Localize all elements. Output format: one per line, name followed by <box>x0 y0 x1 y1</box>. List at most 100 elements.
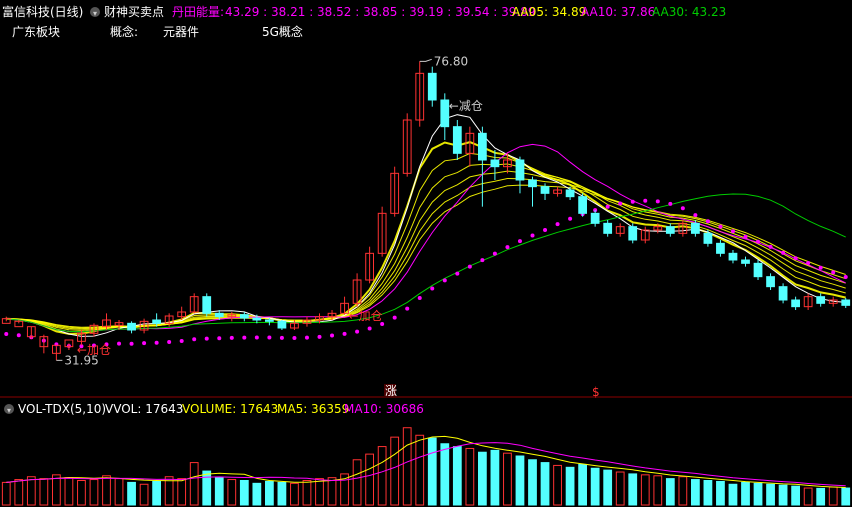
volume-menu-icon[interactable]: ▾ <box>4 404 14 415</box>
stock-title: 富信科技(日线) <box>2 5 84 19</box>
volume-bar <box>791 485 801 506</box>
candle-body <box>152 319 162 324</box>
candle-body <box>540 186 550 194</box>
energy-label: 丹田能量: <box>172 5 225 19</box>
support-dot <box>530 233 535 238</box>
volume-bar <box>440 443 450 506</box>
candle-body <box>440 99 450 128</box>
volume-bar <box>828 486 838 506</box>
support-dot <box>793 256 798 261</box>
support-dot <box>630 199 635 204</box>
candle-body <box>603 222 613 234</box>
support-dot <box>392 315 397 320</box>
volume-bar <box>64 477 74 506</box>
concept-2: 5G概念 <box>262 25 303 39</box>
support-dot <box>730 229 735 234</box>
support-dot <box>442 278 447 283</box>
support-dot <box>492 251 497 256</box>
support-dot <box>718 224 723 229</box>
volume-bar <box>152 480 162 506</box>
support-dot <box>254 335 259 340</box>
support-dot <box>117 341 122 346</box>
vvol-value: VVOL: 17643 <box>105 402 184 416</box>
volume-bar <box>277 481 287 506</box>
volume-bar <box>102 475 111 506</box>
support-dot <box>455 271 460 276</box>
candle-body <box>628 226 638 241</box>
volume-bar <box>490 449 500 506</box>
volume-bar <box>728 483 738 506</box>
volume-bar <box>841 487 851 506</box>
support-dot <box>655 199 660 204</box>
header-bar: ▾ 富信科技(日线) 财神买卖点 丹田能量: 43.29 : 38.21 : 3… <box>0 0 852 22</box>
support-dot <box>768 244 773 249</box>
support-dot <box>693 213 698 218</box>
candle-body <box>728 252 738 261</box>
support-dot <box>618 201 623 206</box>
kline-chart[interactable]: 76.8031.95←减仓←加仓←加仓涨 $ <box>0 0 852 507</box>
support-dot <box>330 333 335 338</box>
support-dot <box>179 339 184 344</box>
support-dot <box>543 228 548 233</box>
candle-body <box>766 276 775 288</box>
add-signal-label-2: ←加仓 <box>349 309 383 323</box>
support-dot <box>756 239 761 244</box>
support-dot <box>743 234 748 239</box>
aa05-value: AA05: 34.89 <box>512 5 587 19</box>
volume-bar <box>703 479 713 506</box>
candle-body <box>778 286 788 301</box>
candle-body <box>490 159 500 168</box>
volume-bar <box>127 481 136 506</box>
volume-bar <box>377 446 387 506</box>
support-dot <box>806 260 811 265</box>
volume-bar <box>365 453 375 506</box>
support-dot <box>204 336 209 341</box>
candle-body <box>703 232 713 244</box>
volume-bar <box>89 479 99 506</box>
volume-bar <box>640 474 650 506</box>
indicator-name[interactable]: 财神买卖点 <box>104 5 164 19</box>
ma30-line <box>6 193 846 333</box>
volume-bar <box>653 475 663 506</box>
candle-body <box>127 322 136 331</box>
volume-bar <box>114 478 124 506</box>
candle-body <box>753 262 763 278</box>
candle-body <box>277 320 287 329</box>
volume-bar <box>139 483 149 506</box>
volume-bar <box>628 473 638 506</box>
support-dot <box>16 333 21 338</box>
candle-body <box>791 299 801 308</box>
info-row: 广东板块 概念: 元器件 5G概念 <box>0 24 852 42</box>
reduce-signal-label: ←减仓 <box>449 99 483 113</box>
volume-header: ▾ VOL-TDX(5,10) VVOL: 17643 VOLUME: 1764… <box>0 400 852 418</box>
candle-body <box>590 212 600 224</box>
ema-line-6 <box>6 141 846 335</box>
aa10-value: AA10: 37.86 <box>581 5 656 19</box>
sector-label: 广东板块 <box>12 25 61 39</box>
ema-line-16 <box>6 184 846 328</box>
concept-1: 元器件 <box>163 25 200 39</box>
volume-bar <box>189 462 199 506</box>
candle-body <box>665 226 675 234</box>
energy-values: 43.29 : 38.21 : 38.52 : 38.85 : 39.19 : … <box>225 5 536 19</box>
candle-body <box>741 259 750 264</box>
volume-bar <box>565 466 575 506</box>
volume-bar <box>415 434 425 506</box>
volume-bar <box>690 479 700 506</box>
support-dot <box>705 219 710 224</box>
support-dot <box>818 265 823 270</box>
support-dot <box>367 326 372 331</box>
volume-bar <box>766 483 775 506</box>
volume-indicator-name[interactable]: VOL-TDX(5,10) <box>18 402 106 416</box>
volume-panel <box>1 427 851 506</box>
candle-body <box>515 159 525 181</box>
indicator-menu-icon[interactable]: ▾ <box>90 7 100 18</box>
volume-bar <box>678 476 688 506</box>
vol-ma5-line <box>6 435 846 488</box>
volume-bar <box>803 487 813 506</box>
candle-body <box>565 189 575 198</box>
high-price-label: 76.80 <box>434 54 468 68</box>
candle-body <box>452 126 462 154</box>
ma5-value: MA5: 36359 <box>277 402 350 416</box>
volume-bar <box>741 481 750 506</box>
